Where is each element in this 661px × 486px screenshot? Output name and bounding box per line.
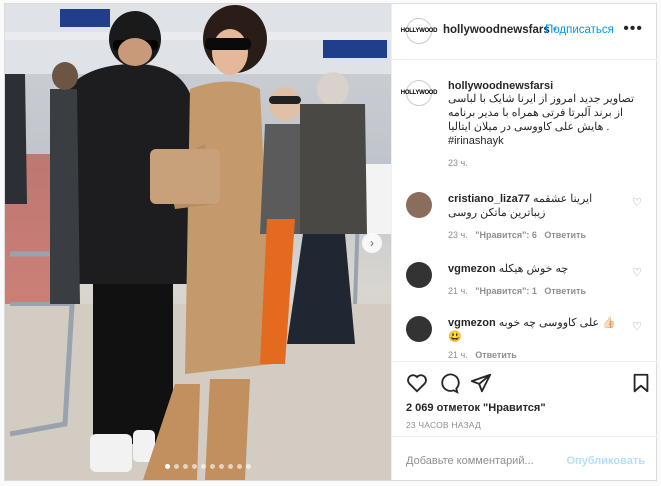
comment-body: vgmezon چه خوش هیکله 21 ч. "Нравится": 1… (448, 262, 628, 296)
avatar[interactable]: HOLLYWOOD (401, 80, 438, 106)
comment-text: ایرینا عشقمه (533, 193, 593, 205)
comment-heart-icon[interactable]: ♡ (632, 266, 642, 279)
chevron-right-icon: › (370, 236, 374, 250)
hashtag-link[interactable]: #irinashayk (448, 134, 646, 148)
avatar[interactable]: HOLLYWOOD (401, 18, 438, 44)
comment-input[interactable]: Добавьте комментарий... (406, 455, 534, 467)
next-image-button[interactable]: › (362, 233, 382, 253)
caption-body: hollywoodnewsfarsi تصاویر جدید امروز از … (448, 80, 646, 168)
post-date: 23 ЧАСОВ НАЗАД (406, 420, 481, 430)
reply-button[interactable]: Ответить (544, 230, 586, 240)
reply-button[interactable]: Ответить (475, 350, 517, 360)
carousel-dot (183, 464, 188, 469)
comment-username[interactable]: vgmezon (448, 317, 496, 329)
caption-text: تصاویر جدید امروز از ایرنا شایک با لباسی (448, 93, 635, 105)
carousel-indicator (165, 464, 251, 469)
comment-text: زیباترین ماتکن روسی (448, 207, 546, 219)
comment-likes[interactable]: "Нравится": 1 (475, 286, 537, 296)
post-actions: 2 069 отметок "Нравится" 23 ЧАСОВ НАЗАД (392, 361, 657, 430)
carousel-dot (246, 464, 251, 469)
carousel-dot (174, 464, 179, 469)
share-icon[interactable] (470, 372, 492, 394)
post-photo[interactable]: › (5, 4, 391, 480)
carousel-dot (165, 464, 170, 469)
publish-button[interactable]: Опубликовать (566, 455, 645, 467)
caption-text: هایش علی کاووسی در میلان ایتالیا . (448, 121, 610, 133)
caption-username[interactable]: hollywoodnewsfarsi (448, 80, 646, 92)
comment-icon[interactable] (438, 372, 460, 394)
avatar[interactable] (406, 316, 432, 342)
heart-icon[interactable] (406, 372, 428, 394)
avatar[interactable] (406, 192, 432, 218)
comments-scroll[interactable]: HOLLYWOOD hollywoodnewsfarsi تصاویر جدید… (392, 60, 657, 360)
comment-time: 21 ч. (448, 350, 468, 360)
comment-time: 21 ч. (448, 286, 468, 296)
comment-emoji: 😃 (448, 331, 462, 343)
avatar-logo-text: HOLLYWOOD (400, 90, 438, 96)
comment-likes[interactable]: "Нравится": 6 (475, 230, 537, 240)
add-comment-bar: Добавьте комментарий... Опубликовать (392, 436, 657, 481)
caption-text: از برند آلبرتا فرتی همراه با مدیر برنامه (448, 107, 624, 119)
comment-heart-icon[interactable]: ♡ (632, 196, 642, 209)
caption-time: 23 ч. (448, 158, 468, 168)
carousel-dot (201, 464, 206, 469)
carousel-dot (228, 464, 233, 469)
avatar-logo-text: HOLLYWOOD (400, 28, 438, 34)
carousel-dot (210, 464, 215, 469)
instagram-post: › HOLLYWOOD hollywoodnewsfars • Подписат… (4, 3, 657, 481)
follow-button[interactable]: Подписаться (545, 24, 614, 36)
carousel-dot (237, 464, 242, 469)
post-side-panel: HOLLYWOOD hollywoodnewsfars • Подписатьс… (391, 4, 657, 480)
comment-time: 23 ч. (448, 230, 468, 240)
comment-body: vgmezon علی کاووسی چه خوبه 👍🏻 😃 21 ч. От… (448, 316, 628, 360)
likes-count[interactable]: 2 069 отметок "Нравится" (406, 402, 546, 414)
photo-scene (5, 4, 391, 480)
post-username[interactable]: hollywoodnewsfars • (443, 24, 557, 36)
comment-body: cristiano_liza77 ایرینا عشقمه زیباترین م… (448, 192, 628, 240)
avatar[interactable] (406, 262, 432, 288)
more-options-icon[interactable]: ••• (623, 20, 643, 38)
bookmark-icon[interactable] (630, 372, 652, 394)
comment-text: علی کاووسی چه خوبه 👍🏻 (498, 317, 616, 329)
username-link[interactable]: hollywoodnewsfars (443, 24, 550, 36)
comment-heart-icon[interactable]: ♡ (632, 320, 642, 333)
carousel-dot (192, 464, 197, 469)
comment-username[interactable]: cristiano_liza77 (448, 193, 530, 205)
carousel-dot (219, 464, 224, 469)
comment-username[interactable]: vgmezon (448, 263, 496, 275)
comment-text: چه خوش هیکله (498, 263, 569, 275)
reply-button[interactable]: Ответить (544, 286, 586, 296)
post-header: HOLLYWOOD hollywoodnewsfars • Подписатьс… (392, 4, 657, 60)
